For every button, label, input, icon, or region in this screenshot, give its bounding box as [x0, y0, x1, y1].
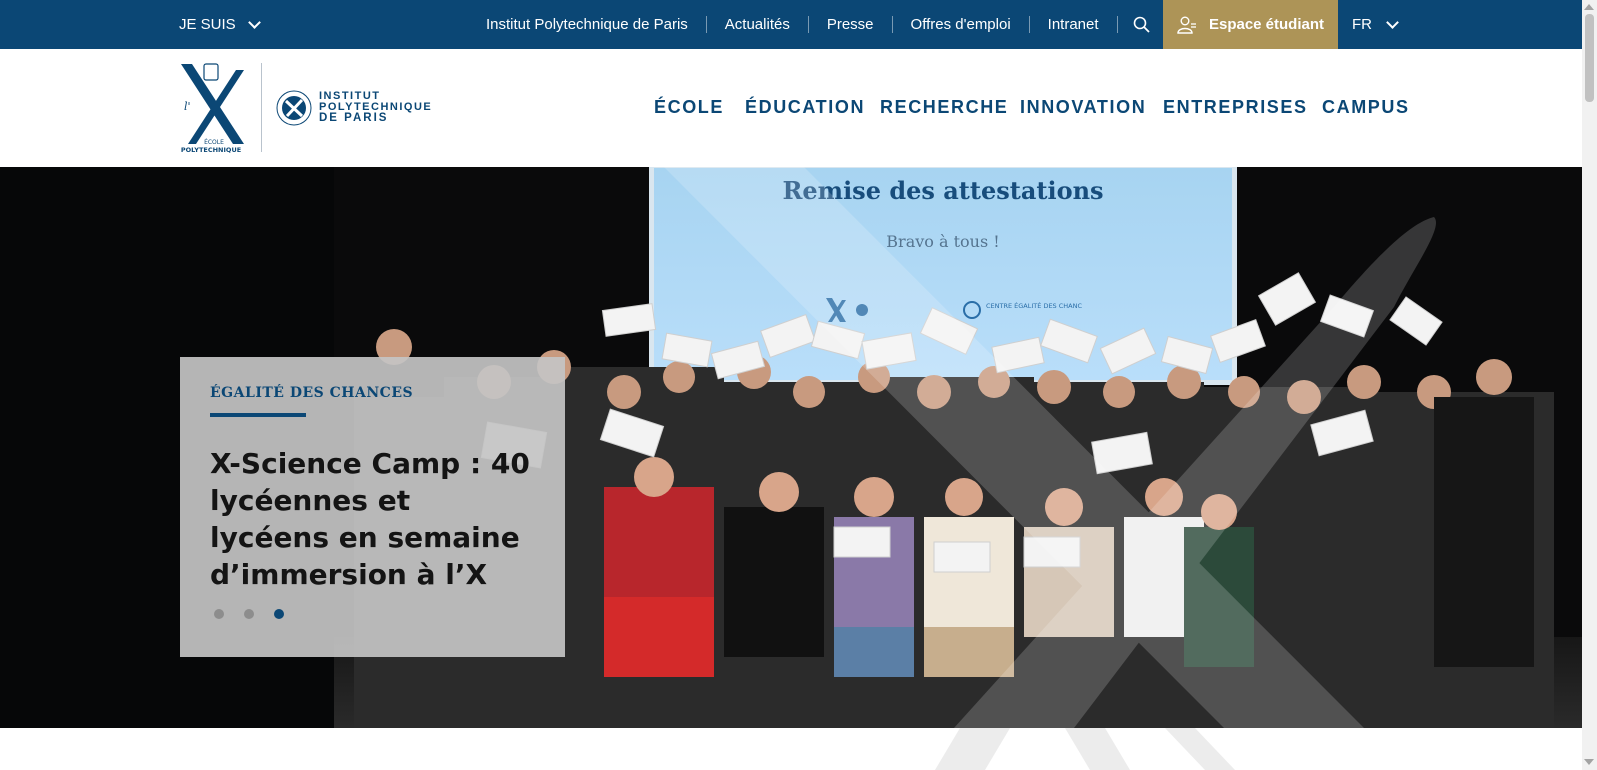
- search-icon: [1133, 16, 1150, 33]
- ipp-wordmark[interactable]: INSTITUT POLYTECHNIQUE DE PARIS: [319, 91, 432, 124]
- carousel-dots: [214, 609, 284, 619]
- logo-divider: [261, 63, 262, 152]
- student-space-label: Espace étudiant: [1208, 16, 1325, 33]
- nav-recherche[interactable]: RECHERCHE: [880, 97, 1008, 118]
- x-watermark-bottom: [935, 728, 1235, 770]
- logo-school-line1: ÉCOLE: [204, 138, 224, 146]
- audience-selector[interactable]: JE SUIS: [179, 0, 261, 49]
- slide-title[interactable]: X-Science Camp : 40 lycéennes et lycéens…: [210, 445, 530, 593]
- top-bar: JE SUIS Institut Polytechnique de Paris …: [0, 0, 1582, 49]
- link-institut[interactable]: Institut Polytechnique de Paris: [470, 16, 707, 33]
- nav-innovation[interactable]: INNOVATION: [1020, 97, 1146, 118]
- language-selector[interactable]: FR: [1352, 0, 1399, 49]
- carousel-dot-3[interactable]: [274, 609, 284, 619]
- student-space-button[interactable]: Espace étudiant: [1163, 0, 1338, 49]
- carousel-dot-1[interactable]: [214, 609, 224, 619]
- svg-text:l': l': [184, 100, 191, 113]
- nav-campus[interactable]: CAMPUS: [1322, 97, 1410, 118]
- category-underline: [210, 413, 306, 417]
- link-presse[interactable]: Presse: [809, 16, 893, 33]
- utility-nav: Institut Polytechnique de Paris Actualit…: [470, 0, 1118, 49]
- language-label: FR: [1352, 16, 1372, 33]
- ipp-line3: DE PARIS: [319, 112, 389, 124]
- search-button[interactable]: [1118, 0, 1164, 49]
- logo-school-line2: POLYTECHNIQUE: [181, 146, 241, 154]
- page-scrollbar[interactable]: [1582, 0, 1597, 770]
- scroll-down-arrow-icon[interactable]: [1584, 759, 1594, 765]
- scroll-up-arrow-icon[interactable]: [1584, 4, 1594, 10]
- slide-category[interactable]: ÉGALITÉ DES CHANCES: [210, 385, 413, 401]
- slide-card[interactable]: ÉGALITÉ DES CHANCES X-Science Camp : 40 …: [180, 357, 565, 657]
- link-intranet[interactable]: Intranet: [1030, 16, 1118, 33]
- chevron-down-icon: [247, 15, 261, 29]
- polytechnique-logo[interactable]: l' ÉCOLE POLYTECHNIQUE: [178, 62, 250, 154]
- user-icon: [1177, 16, 1196, 34]
- audience-label: JE SUIS: [179, 16, 236, 33]
- section-below: [0, 728, 1582, 770]
- hero-carousel[interactable]: Remise des attestations Bravo à tous ! C…: [0, 167, 1582, 728]
- nav-education[interactable]: ÉDUCATION: [745, 97, 865, 118]
- nav-entreprises[interactable]: ENTREPRISES: [1163, 97, 1308, 118]
- link-actualites[interactable]: Actualités: [707, 16, 809, 33]
- carousel-dot-2[interactable]: [244, 609, 254, 619]
- scrollbar-thumb[interactable]: [1585, 14, 1594, 102]
- ipp-emblem-icon[interactable]: [275, 89, 313, 127]
- nav-ecole[interactable]: ÉCOLE: [654, 97, 724, 118]
- link-offres-emploi[interactable]: Offres d'emploi: [893, 16, 1030, 33]
- chevron-down-icon: [1386, 15, 1399, 29]
